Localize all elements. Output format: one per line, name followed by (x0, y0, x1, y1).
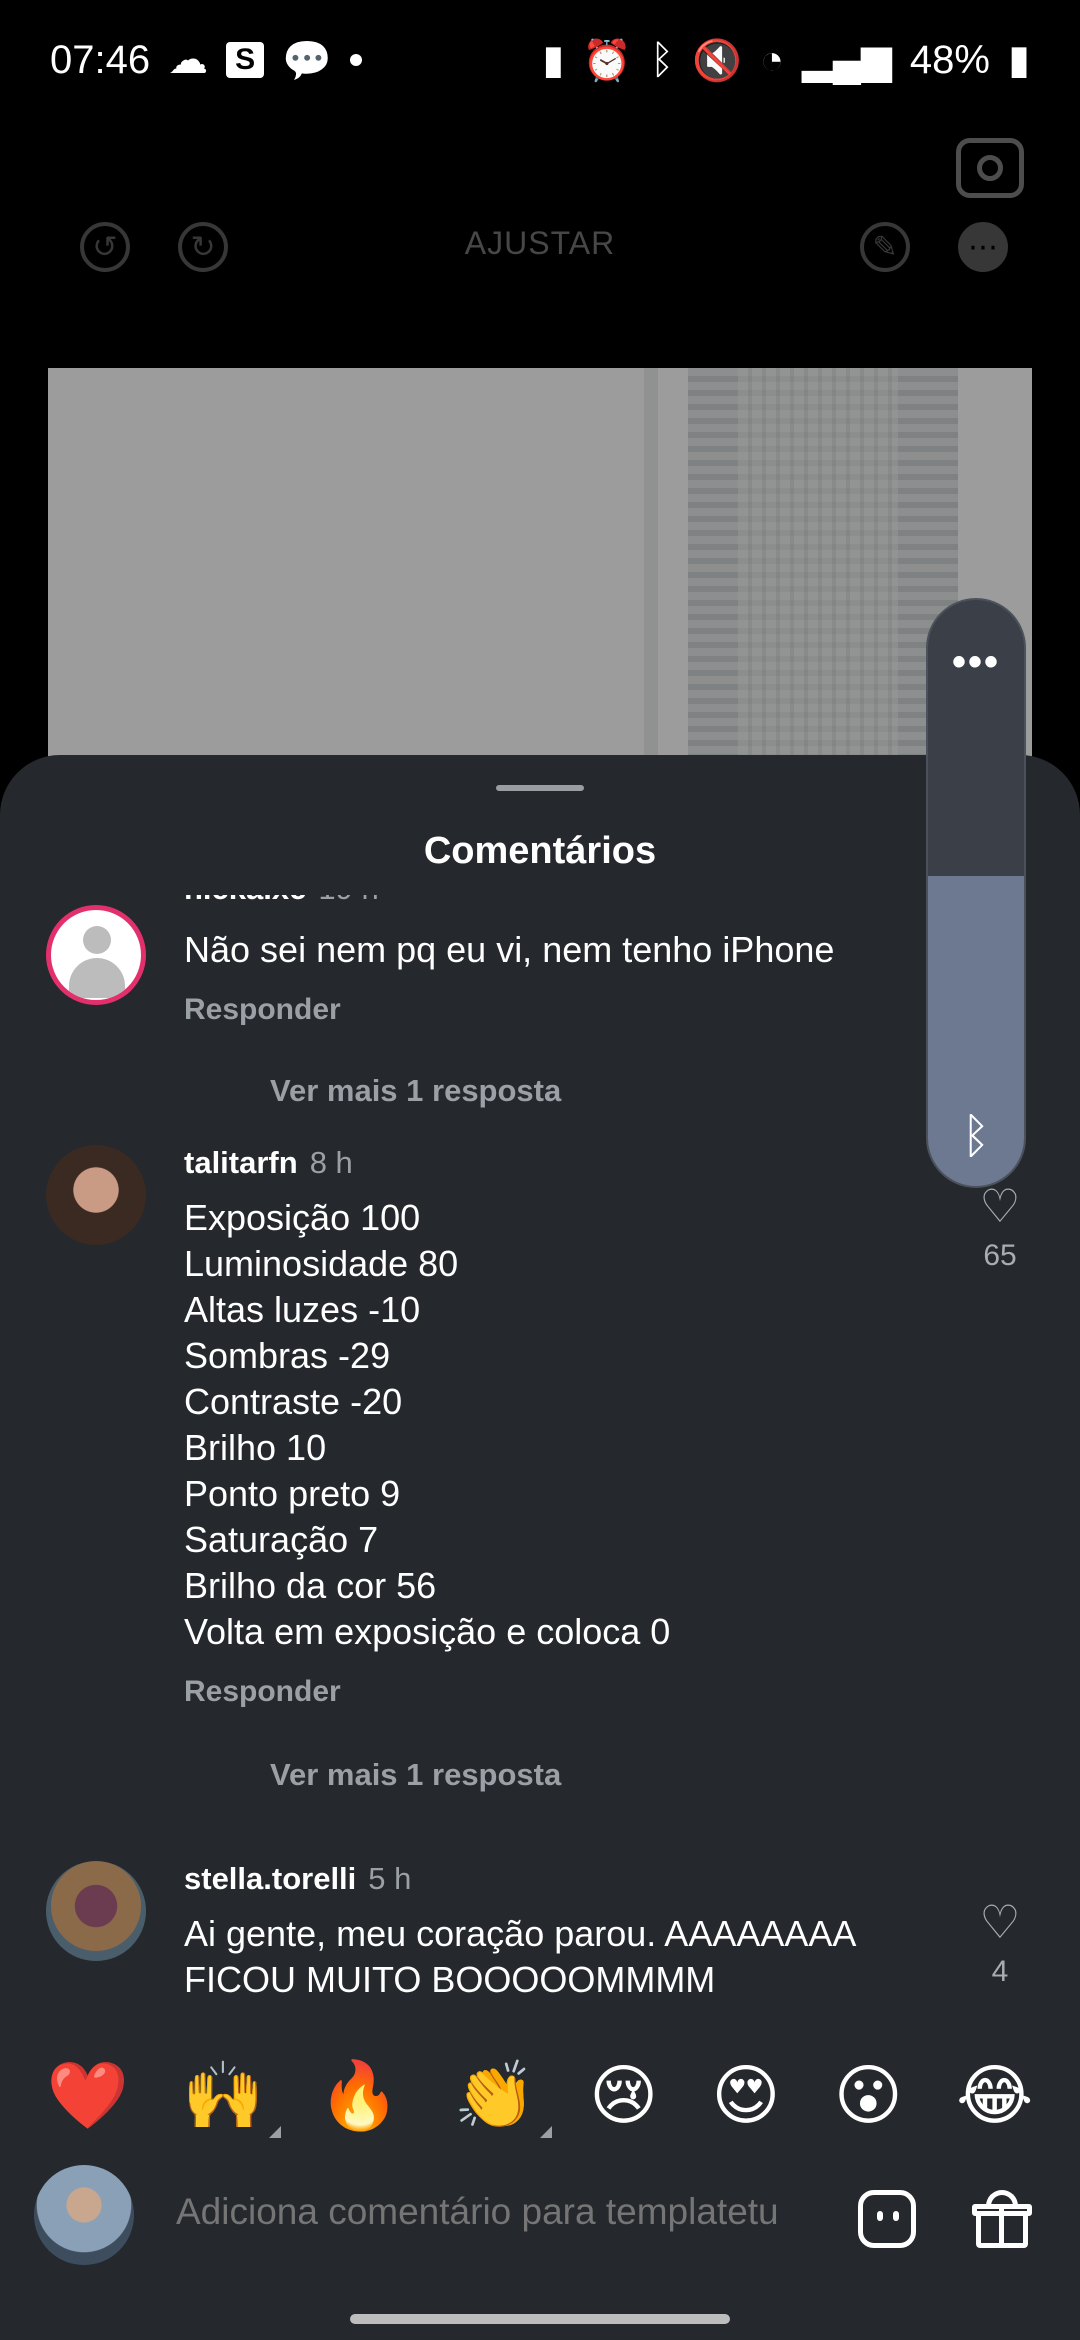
gift-icon[interactable] (972, 2190, 1032, 2248)
comment-text: Exposição 100 Luminosidade 80 Altas luze… (184, 1195, 924, 1655)
cloud-icon: ☁ (168, 38, 209, 82)
emoji-heart-eyes[interactable]: 😍 (712, 2060, 781, 2130)
comment-meta: talitarfn 8 h (184, 1145, 353, 1181)
comment-username[interactable]: nicka.xc (184, 895, 306, 906)
comment-line: Contraste -20 (184, 1381, 403, 1422)
skin-tone-indicator (539, 2126, 552, 2138)
battery-level: 48% (909, 37, 990, 82)
like-button[interactable]: ♡ 4 (970, 1899, 1030, 1989)
clock: 07:46 (50, 37, 151, 82)
gift-ribbon (999, 2204, 1004, 2248)
mute-icon: 🔇 (692, 38, 742, 83)
comment-input-bar (0, 2160, 1080, 2270)
comment-line: Brilho 10 (184, 1427, 327, 1468)
comment-time: 19 h (318, 895, 378, 906)
emoji-clap[interactable]: 👏 (453, 2058, 552, 2138)
my-avatar (34, 2165, 134, 2265)
avatar[interactable] (46, 1861, 146, 1961)
bluetooth-icon: ᛒ (961, 1110, 991, 1163)
like-count: 65 (983, 1239, 1017, 1272)
dim-overlay (0, 120, 1080, 820)
comment-line: Luminosidade 80 (184, 1243, 459, 1284)
sheet-title: Comentários (423, 830, 657, 872)
drag-handle[interactable] (496, 785, 584, 791)
emoji-cry[interactable]: 😢 (589, 2060, 658, 2130)
comments-list[interactable]: nicka.xc 19 h Não sei nem pq eu vi, nem t… (0, 895, 1080, 2015)
emoji-raised-hands-glyph: 🙌 (182, 2058, 265, 2132)
comment-username[interactable]: stella.torelli (184, 1861, 356, 1896)
panel-menu-icon[interactable]: ••• (928, 640, 1024, 685)
sticker-eye (877, 2211, 883, 2221)
comment-line: FICOU MUITO BOOOOOMMMM (184, 1959, 716, 2000)
comment-line: Ponto preto 9 (184, 1473, 401, 1514)
wifi-icon: ◔ (759, 37, 785, 82)
emoji-surprised[interactable]: 😮 (834, 2060, 903, 2130)
view-more-replies[interactable]: Ver mais 1 resposta (270, 1757, 561, 1793)
sticker-eye (893, 2211, 899, 2221)
gift-bow (986, 2190, 1018, 2206)
avatar-body (69, 958, 125, 998)
emoji-bar: ❤️ 🙌 🔥 👏 😢 😍 😮 😂 (0, 2040, 1080, 2150)
alarm-icon: ⏰ (582, 38, 633, 83)
comment-time: 8 h (309, 1145, 353, 1180)
status-bar: 07:46 ☁ S 💬 ▮ ⏰ ᛒ 🔇 ◔ ▂▄▆ 48% ▮ (0, 0, 1080, 120)
emoji-heart[interactable]: ❤️ (47, 2060, 129, 2130)
s-app-icon: S (226, 42, 265, 78)
comment-line: Saturação 7 (184, 1519, 379, 1560)
comment-time: 5 h (368, 1861, 412, 1896)
heart-icon: ♡ (979, 1180, 1021, 1232)
heart-icon: ♡ (979, 1896, 1021, 1948)
view-more-replies[interactable]: Ver mais 1 resposta (270, 1073, 561, 1109)
avatar[interactable] (46, 1145, 146, 1245)
comment-line: Exposição 100 (184, 1197, 421, 1238)
floating-volume-panel[interactable]: ••• ᛒ (926, 598, 1026, 1188)
comment-text: Não sei nem pq eu vi, nem tenho iPhone (184, 929, 835, 970)
battery-icon: ▮ (1007, 38, 1030, 82)
dot-icon (349, 54, 362, 66)
comment-input[interactable] (174, 2190, 828, 2234)
comment-line: Ai gente, meu coração parou. AAAAAAAA (184, 1913, 857, 1954)
comment-meta: stella.torelli 5 h (184, 1861, 411, 1897)
like-button[interactable]: ♡ 65 (970, 1183, 1030, 1273)
comment-line: Sombras -29 (184, 1335, 391, 1376)
reply-button[interactable]: Responder (184, 1675, 341, 1709)
home-indicator[interactable] (350, 2314, 730, 2324)
sticker-icon[interactable] (858, 2190, 916, 2248)
comment-line: Brilho da cor 56 (184, 1565, 437, 1606)
emoji-fire[interactable]: 🔥 (318, 2060, 400, 2130)
avatar[interactable] (46, 905, 146, 1005)
comment-username[interactable]: talitarfn (184, 1145, 298, 1180)
emoji-laugh[interactable]: 😂 (956, 2060, 1033, 2130)
comment-line: Altas luzes -10 (184, 1289, 421, 1330)
signal-icon: ▂▄▆ (802, 38, 892, 82)
like-count: 4 (991, 1955, 1009, 1988)
bluetooth-icon: ᛒ (650, 37, 675, 82)
reply-button[interactable]: Responder (184, 993, 341, 1027)
battery-saver-icon: ▮ (542, 38, 565, 82)
skin-tone-indicator (268, 2126, 281, 2138)
emoji-clap-glyph: 👏 (453, 2058, 536, 2132)
messenger-icon: 💬 (282, 38, 332, 83)
comment-meta: nicka.xc 19 h (184, 895, 379, 907)
comment-line: Volta em exposição e coloca 0 (184, 1611, 671, 1652)
emoji-raised-hands[interactable]: 🙌 (182, 2058, 281, 2138)
avatar-head (83, 926, 111, 954)
comment-text: Ai gente, meu coração parou. AAAAAAAA FI… (184, 1911, 924, 2003)
